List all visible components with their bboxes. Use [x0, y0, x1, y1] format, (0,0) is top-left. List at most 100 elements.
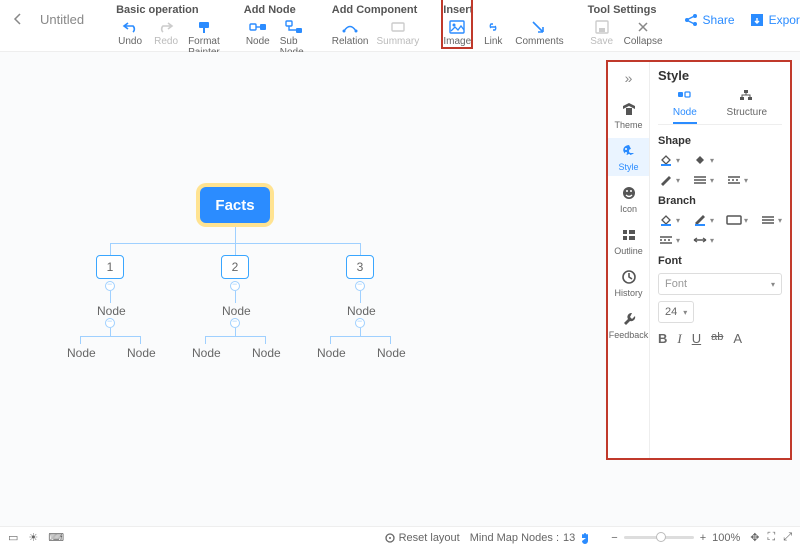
- mindmap-leaf[interactable]: Node: [192, 346, 221, 360]
- back-button[interactable]: [0, 0, 34, 26]
- toolgroup-label: Add Component: [332, 4, 420, 16]
- branch-pencil[interactable]: ▾: [692, 213, 714, 227]
- font-size-select[interactable]: 24 ▾: [658, 301, 694, 323]
- style-icon: [620, 142, 638, 160]
- format-painter-icon: [195, 18, 213, 36]
- fit-button[interactable]: ⛶: [767, 531, 775, 544]
- rail-feedback[interactable]: Feedback: [608, 306, 649, 344]
- border-fill-icon: [692, 153, 708, 167]
- mindmap-leaf[interactable]: Node: [377, 346, 406, 360]
- rail-style[interactable]: Style: [608, 138, 649, 176]
- tab-structure[interactable]: Structure: [727, 89, 768, 124]
- chevron-down-icon: ▾: [676, 236, 680, 245]
- mindmap-leaf[interactable]: Node: [252, 346, 281, 360]
- target-icon: [384, 532, 396, 544]
- relation-icon: [341, 18, 359, 36]
- collapse-toggle[interactable]: [355, 318, 365, 328]
- view-mode-1[interactable]: ▭: [8, 531, 18, 544]
- mindmap-leaf[interactable]: Node: [67, 346, 96, 360]
- side-rail: » Theme Style Icon Outline History Feedb…: [608, 62, 650, 458]
- zoom-out-button[interactable]: −: [611, 532, 617, 544]
- strikethrough-button[interactable]: ab: [711, 331, 723, 347]
- share-button[interactable]: Share: [683, 12, 735, 28]
- mindmap-root-node[interactable]: Facts: [200, 187, 270, 223]
- connector-line: [360, 291, 361, 303]
- collapse-toggle[interactable]: [230, 318, 240, 328]
- lines-dashed-icon: [726, 173, 742, 187]
- document-title[interactable]: Untitled: [34, 0, 102, 27]
- border-style[interactable]: ▾: [658, 173, 680, 187]
- locate-button[interactable]: ✥: [750, 531, 759, 544]
- toolgroup-label: Basic operation: [116, 4, 220, 16]
- toolgroup-add-component: Add Component Relation Summary: [322, 0, 430, 49]
- chevron-down-icon: ▾: [710, 216, 714, 225]
- branch-lines[interactable]: ▾: [760, 213, 782, 227]
- view-mode-2[interactable]: ☀: [28, 531, 38, 544]
- save-button[interactable]: Save: [588, 18, 616, 47]
- connector-line: [330, 336, 331, 344]
- redo-icon: [157, 18, 175, 36]
- italic-button[interactable]: I: [677, 331, 681, 347]
- subnode-icon: [285, 18, 303, 36]
- chevron-down-icon: ▾: [710, 156, 714, 165]
- shape-border-color[interactable]: ▾: [692, 153, 714, 167]
- line-list-dashed[interactable]: ▾: [726, 173, 748, 187]
- branch-dashed[interactable]: ▾: [658, 233, 680, 247]
- branch-arrow[interactable]: ▾: [692, 233, 714, 247]
- connector-line: [205, 336, 265, 337]
- reset-layout-button[interactable]: Reset layout: [384, 532, 460, 544]
- mindmap-child-node[interactable]: 3: [346, 255, 374, 279]
- zoom-in-button[interactable]: +: [700, 532, 706, 544]
- collapse-panel-button[interactable]: »: [625, 68, 633, 92]
- export-button[interactable]: Export: [749, 12, 800, 28]
- image-icon: [448, 18, 466, 36]
- collapse-toggle[interactable]: [355, 281, 365, 291]
- underline-button[interactable]: U: [692, 331, 701, 347]
- zoom-slider[interactable]: [624, 536, 694, 539]
- chevron-down-icon: ▾: [710, 176, 714, 185]
- chevron-down-icon: ▾: [744, 216, 748, 225]
- connector-line: [205, 336, 206, 344]
- fullscreen-button[interactable]: ⤢: [783, 531, 792, 544]
- font-color-button[interactable]: A: [733, 331, 742, 347]
- mindmap-leaf[interactable]: Node: [127, 346, 156, 360]
- insert-comments-button[interactable]: Comments: [515, 18, 563, 47]
- tab-node[interactable]: Node: [673, 89, 697, 124]
- zoom-slider-thumb[interactable]: [656, 532, 666, 542]
- toolgroup-tool-settings: Tool Settings Save Collapse: [578, 0, 673, 49]
- insert-link-button[interactable]: Link: [479, 18, 507, 47]
- font-family-select[interactable]: Font ▾: [658, 273, 782, 295]
- rail-outline[interactable]: Outline: [608, 222, 649, 260]
- rail-icon[interactable]: Icon: [608, 180, 649, 218]
- collapse-button[interactable]: Collapse: [624, 18, 663, 47]
- bold-button[interactable]: B: [658, 331, 667, 347]
- collapse-icon: [634, 18, 652, 36]
- relation-button[interactable]: Relation: [332, 18, 369, 47]
- toolgroup-label: Add Node: [244, 4, 308, 16]
- mindmap-child-node[interactable]: 1: [96, 255, 124, 279]
- view-mode-3[interactable]: ⌨: [48, 531, 64, 544]
- toolgroup-label: Insert: [443, 4, 563, 16]
- branch-color[interactable]: ▾: [658, 213, 680, 227]
- line-list[interactable]: ▾: [692, 173, 714, 187]
- status-bar: ▭ ☀ ⌨ Reset layout Mind Map Nodes : 13 −…: [0, 526, 800, 548]
- chevron-down-icon: ▾: [710, 236, 714, 245]
- collapse-toggle[interactable]: [105, 318, 115, 328]
- chevron-down-icon: ▾: [683, 308, 687, 317]
- collapse-toggle[interactable]: [230, 281, 240, 291]
- link-icon: [484, 18, 502, 36]
- shape-fill-color[interactable]: ▾: [658, 153, 680, 167]
- branch-shape[interactable]: ▾: [726, 213, 748, 227]
- collapse-toggle[interactable]: [105, 281, 115, 291]
- style-panel: » Theme Style Icon Outline History Feedb…: [606, 60, 792, 460]
- insert-image-button[interactable]: Image: [443, 18, 471, 47]
- mindmap-leaf[interactable]: Node: [317, 346, 346, 360]
- chevron-down-icon: ▾: [676, 216, 680, 225]
- summary-button[interactable]: Summary: [376, 18, 419, 47]
- connector-line: [235, 223, 236, 243]
- mindmap-child-node[interactable]: 2: [221, 255, 249, 279]
- connector-line: [265, 336, 266, 344]
- rail-theme[interactable]: Theme: [608, 96, 649, 134]
- rail-history[interactable]: History: [608, 264, 649, 302]
- theme-icon: [620, 100, 638, 118]
